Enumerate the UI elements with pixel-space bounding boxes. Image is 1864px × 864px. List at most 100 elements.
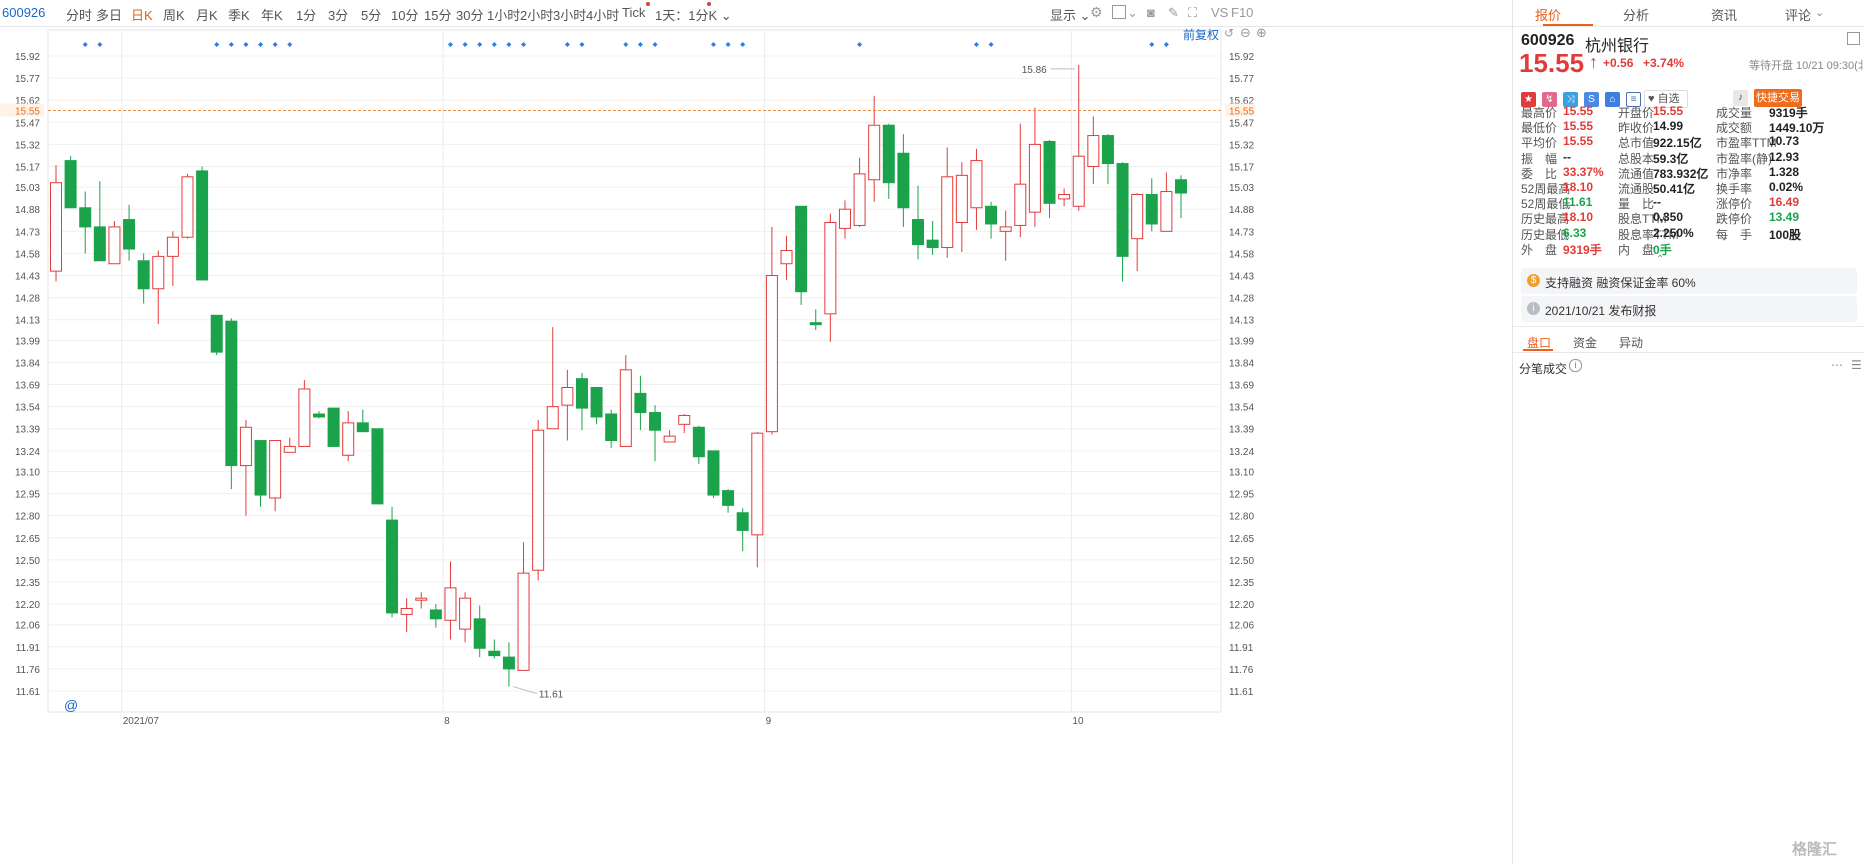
period-tab-quarterly[interactable]: 季K [228, 5, 250, 24]
event-marker[interactable] [521, 42, 527, 47]
candle-body [897, 152, 910, 209]
event-marker[interactable] [287, 42, 293, 47]
period-tab-weekly[interactable]: 周K [163, 5, 185, 24]
subtab-unusual[interactable]: 异动 [1619, 334, 1643, 351]
chevron-down-icon[interactable]: ⌄ [1815, 6, 1824, 19]
event-marker[interactable] [272, 42, 278, 47]
event-marker[interactable] [1163, 42, 1169, 47]
candle [473, 605, 486, 658]
info-icon[interactable]: i [1569, 359, 1582, 372]
event-marker[interactable] [214, 42, 220, 47]
period-tab-30min[interactable]: 30分 [456, 5, 483, 24]
display-dropdown[interactable]: 显示 ⌄ [1050, 5, 1091, 24]
event-marker[interactable] [623, 42, 629, 47]
period-tab-monthly[interactable]: 月K [196, 5, 218, 24]
event-marker[interactable] [491, 42, 497, 47]
quote-panel: 报价 分析 资讯 评论 ⌄ 600926 杭州银行 15.55 ↑ +0.56 … [1512, 0, 1864, 864]
low-annotation-label: 11.61 [539, 690, 564, 701]
collapse-up-icon[interactable]: ⌃ [1656, 254, 1664, 265]
tab-analysis[interactable]: 分析 [1601, 5, 1671, 24]
stat-value: 12.93 [1769, 149, 1800, 164]
candle-body [210, 314, 223, 353]
list-view-icon[interactable]: ☰ [1851, 358, 1862, 372]
event-marker[interactable] [564, 42, 570, 47]
chevron-down-icon[interactable]: ⌄ [1127, 5, 1138, 21]
panel-toggle-icon[interactable] [1847, 32, 1860, 45]
candle-body [298, 388, 311, 447]
event-marker[interactable] [725, 42, 731, 47]
event-marker[interactable] [1149, 42, 1155, 47]
y-tick-label-left: 14.43 [15, 272, 40, 283]
settings-gear-icon[interactable]: ⚙ [1090, 4, 1103, 21]
candle [1014, 123, 1027, 238]
candle-body [575, 378, 588, 409]
candle-body [999, 226, 1012, 232]
adjust-mode-button[interactable]: 前复权 [1183, 26, 1219, 43]
event-marker[interactable] [228, 42, 234, 47]
fullscreen-icon[interactable]: ⛶ [1188, 5, 1197, 21]
event-marker[interactable] [462, 42, 468, 47]
subtab-capital[interactable]: 资金 [1573, 334, 1597, 351]
candle [970, 148, 983, 230]
period-tab-yearly[interactable]: 年K [261, 5, 283, 24]
period-tab-timeshare[interactable]: 分时 [66, 5, 92, 24]
reset-icon[interactable]: ↺ [1224, 26, 1234, 40]
report-info-bar[interactable]: i 2021/10/21 发布财报 [1521, 296, 1857, 322]
vs-compare-button[interactable]: VS [1211, 5, 1228, 20]
event-marker[interactable] [740, 42, 746, 47]
y-tick-label-right: 12.35 [1229, 578, 1254, 589]
stat-value: 6.33 [1563, 225, 1587, 240]
period-tab-tick[interactable]: Tick [622, 5, 645, 20]
event-marker[interactable] [637, 42, 643, 47]
kline-chart[interactable]: 15.9215.7715.6215.4715.3215.1715.0314.88… [0, 26, 1272, 726]
stock-code-label[interactable]: 600926 [2, 5, 45, 20]
event-marker[interactable] [82, 42, 88, 47]
at-icon[interactable]: @ [64, 697, 78, 713]
y-tick-label-right: 12.20 [1229, 600, 1254, 611]
period-tab-3hour[interactable]: 3小时 [553, 5, 586, 24]
zoom-in-icon[interactable]: ⊕ [1256, 25, 1267, 41]
period-tab-1min[interactable]: 1分 [296, 5, 316, 24]
period-tab-15min[interactable]: 15分 [424, 5, 451, 24]
candle-body [1014, 183, 1027, 226]
period-tab-multiday[interactable]: 多日 [96, 5, 122, 24]
event-marker[interactable] [973, 42, 979, 47]
period-tab-3min[interactable]: 3分 [328, 5, 348, 24]
tab-quote[interactable]: 报价 [1513, 5, 1583, 24]
period-tab-1hour[interactable]: 1小时 [487, 5, 520, 24]
event-marker[interactable] [243, 42, 249, 47]
candle-body [152, 255, 165, 290]
tab-news[interactable]: 资讯 [1689, 5, 1759, 24]
event-marker[interactable] [988, 42, 994, 47]
event-marker[interactable] [447, 42, 453, 47]
period-tab-10min[interactable]: 10分 [391, 5, 418, 24]
f10-button[interactable]: F10 [1231, 5, 1253, 20]
camera-icon[interactable]: ◙ [1147, 5, 1155, 20]
stat-value: 18.10 [1563, 180, 1594, 194]
event-marker[interactable] [857, 42, 863, 47]
event-marker[interactable] [97, 42, 103, 47]
pen-draw-icon[interactable]: ✎ [1168, 5, 1179, 21]
more-options-icon[interactable]: ⋯ [1831, 358, 1843, 372]
period-tab-2hour[interactable]: 2小时 [520, 5, 553, 24]
period-tab-5min[interactable]: 5分 [361, 5, 381, 24]
coin-icon: $ [1527, 274, 1540, 287]
period-tab-daily[interactable]: 日K [131, 5, 153, 24]
event-marker[interactable] [710, 42, 716, 47]
layout-square-icon[interactable] [1112, 5, 1126, 19]
period-tab-4hour[interactable]: 4小时 [586, 5, 619, 24]
candle-body [678, 414, 691, 425]
candle-body [269, 440, 282, 499]
event-marker[interactable] [258, 42, 264, 47]
event-marker[interactable] [579, 42, 585, 47]
y-tick-label-right: 15.77 [1229, 74, 1254, 85]
event-marker[interactable] [506, 42, 512, 47]
y-tick-label-left: 15.77 [15, 74, 40, 85]
period-dropdown-1day[interactable]: 1天：1分K ⌄ [655, 5, 732, 24]
event-marker[interactable] [477, 42, 483, 47]
margin-info-bar[interactable]: $ 支持融资 融资保证金率 60% [1521, 268, 1857, 294]
candle [824, 213, 837, 342]
zoom-out-icon[interactable]: ⊖ [1240, 25, 1251, 41]
event-marker[interactable] [652, 42, 658, 47]
stat-value: 15.55 [1563, 134, 1594, 149]
